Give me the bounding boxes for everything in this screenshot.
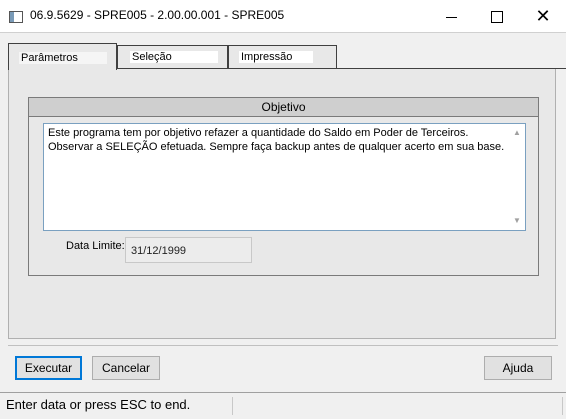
status-divider [562,397,563,415]
tab-impressao[interactable]: Impressão [228,45,337,68]
close-icon: ✕ [535,6,551,26]
status-divider [232,397,233,415]
scroll-up-icon[interactable]: ▲ [512,128,522,138]
maximize-button[interactable] [474,0,520,32]
tab-selecao[interactable]: Seleção [117,45,228,68]
close-button[interactable]: ✕ [520,0,566,32]
scroll-down-icon[interactable]: ▼ [512,216,522,226]
objetivo-textarea[interactable]: Este programa tem por objetivo refazer a… [43,123,526,231]
tab-parametros-label: Parâmetros [19,52,107,64]
objetivo-header: Objetivo [29,98,538,117]
button-separator [8,345,558,346]
minimize-button[interactable] [428,0,474,32]
title-bar: 06.9.5629 - SPRE005 - 2.00.00.001 - SPRE… [0,0,566,33]
data-limite-field[interactable]: 31/12/1999 [125,237,252,263]
executar-button[interactable]: Executar [15,356,82,380]
ajuda-button[interactable]: Ajuda [484,356,552,380]
tab-selecao-label: Seleção [130,51,218,63]
app-window-icon [9,11,23,23]
tab-impressao-label: Impressão [239,51,313,63]
tab-parametros[interactable]: Parâmetros [8,43,117,70]
window-title: 06.9.5629 - SPRE005 - 2.00.00.001 - SPRE… [30,8,285,22]
cancelar-button[interactable]: Cancelar [92,356,160,380]
status-text: Enter data or press ESC to end. [6,397,191,412]
minimize-icon [445,16,457,18]
maximize-icon [491,11,503,24]
data-limite-label: Data Limite: [66,240,125,252]
objetivo-text: Este programa tem por objetivo refazer a… [48,127,505,153]
status-bar: Enter data or press ESC to end. [0,392,566,419]
